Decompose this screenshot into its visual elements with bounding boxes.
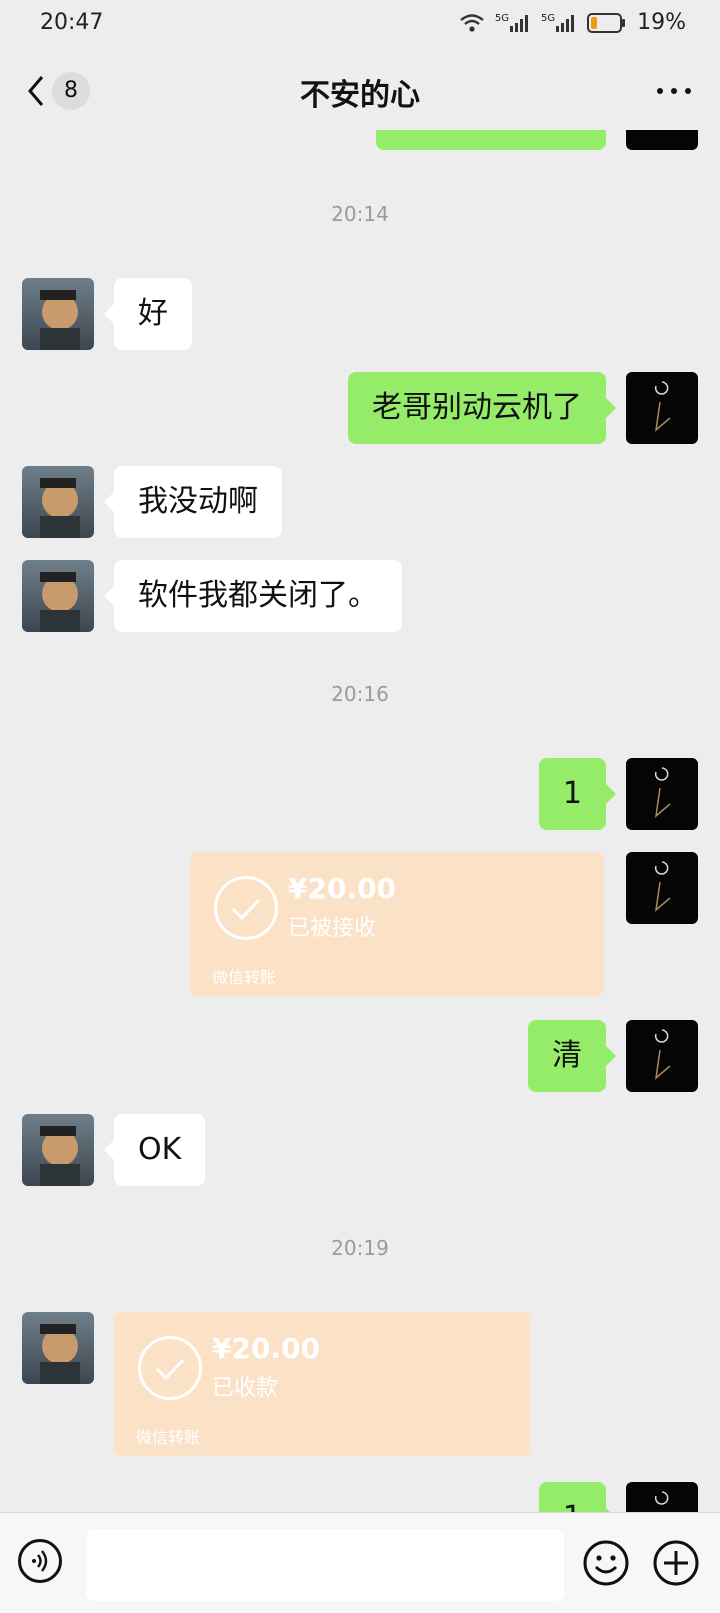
timestamp: 20:16 xyxy=(331,682,389,706)
my-avatar[interactable] xyxy=(626,758,698,830)
check-circle-icon xyxy=(214,876,278,940)
network-type-2: 5G xyxy=(540,12,556,24)
message-bubble[interactable]: 好 xyxy=(104,278,192,350)
voice-button[interactable] xyxy=(18,1539,62,1583)
ellipsis-icon xyxy=(657,88,691,94)
emoji-button[interactable] xyxy=(582,1539,630,1587)
input-bar xyxy=(0,1512,720,1613)
contact-avatar[interactable] xyxy=(22,1312,94,1384)
my-avatar[interactable] xyxy=(626,1020,698,1092)
message-bubble[interactable]: 清 xyxy=(528,1020,616,1092)
contact-avatar[interactable] xyxy=(22,1114,94,1186)
contact-avatar[interactable] xyxy=(22,560,94,632)
contact-avatar[interactable] xyxy=(22,278,94,350)
timestamp: 20:19 xyxy=(331,1236,389,1260)
network-type-1: 5G xyxy=(494,12,509,24)
transfer-amount: ¥20.00 xyxy=(288,872,397,905)
chat-title: 不安的心 xyxy=(300,78,420,113)
partial-bubble-top xyxy=(376,130,606,150)
plus-circle-icon xyxy=(653,1540,699,1586)
status-icons: 5G 5G 19% xyxy=(459,10,686,35)
status-bar: 20:47 5G 5G 19% xyxy=(0,0,720,48)
message-bubble[interactable]: 老哥别动云机了 xyxy=(348,372,616,444)
transfer-card[interactable]: ¥20.00 已被接收 微信转账 xyxy=(190,852,604,996)
check-circle-icon xyxy=(138,1336,202,1400)
battery-icon xyxy=(587,12,627,34)
message-input[interactable] xyxy=(86,1529,564,1601)
timestamp: 20:14 xyxy=(331,202,389,226)
message-bubble[interactable]: 1 xyxy=(538,1482,617,1512)
voice-icon xyxy=(32,1550,48,1572)
message-bubble[interactable]: OK xyxy=(103,1114,206,1186)
message-bubble[interactable]: 我没动啊 xyxy=(104,466,282,538)
message-list[interactable]: 20:14 好 老哥别动云机了 我没动啊 软件我都关闭了。 20:16 1 ¥2… xyxy=(0,130,720,1512)
transfer-status: 已被接收 xyxy=(288,916,377,941)
battery-percent: 19% xyxy=(637,10,686,35)
transfer-source: 微信转账 xyxy=(136,1428,201,1447)
my-avatar[interactable] xyxy=(626,130,698,150)
contact-avatar[interactable] xyxy=(22,466,94,538)
my-avatar[interactable] xyxy=(626,372,698,444)
status-time: 20:47 xyxy=(40,10,104,35)
more-functions-button[interactable] xyxy=(652,1539,700,1587)
transfer-source: 微信转账 xyxy=(212,968,277,987)
wifi-icon xyxy=(459,13,485,33)
signal-icon-1: 5G xyxy=(495,13,531,33)
more-options-button[interactable] xyxy=(654,76,694,106)
signal-icon-2: 5G xyxy=(541,13,577,33)
message-bubble[interactable]: 软件我都关闭了。 xyxy=(104,560,402,632)
message-bubble[interactable]: 1 xyxy=(538,758,617,830)
my-avatar[interactable] xyxy=(626,1482,698,1512)
my-avatar[interactable] xyxy=(626,852,698,924)
chat-header: 8 不安的心 xyxy=(0,48,720,134)
smiley-icon xyxy=(583,1540,629,1586)
transfer-status: 已收款 xyxy=(212,1376,279,1401)
transfer-card[interactable]: ¥20.00 已收款 微信转账 xyxy=(114,1312,530,1456)
transfer-amount: ¥20.00 xyxy=(212,1332,321,1365)
